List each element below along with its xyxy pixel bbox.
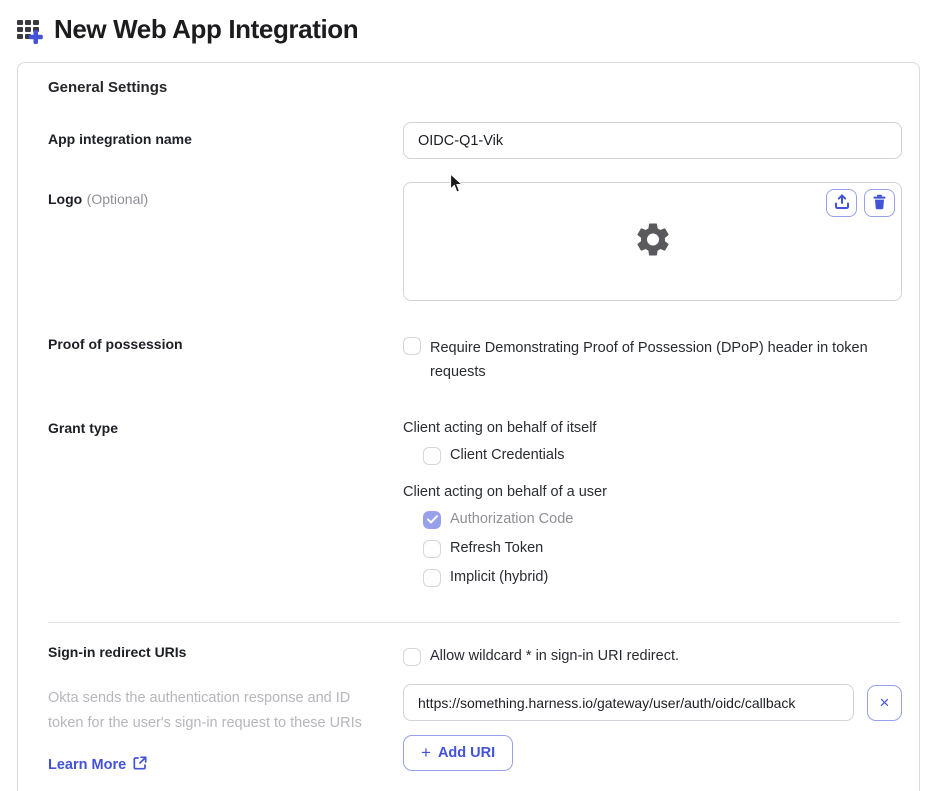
logo-row: Logo (Optional) — [31, 182, 902, 301]
refresh-token-checkbox[interactable] — [423, 539, 441, 558]
settings-card: General Settings App integration name Lo… — [17, 62, 920, 791]
refresh-token-label: Refresh Token — [450, 540, 544, 556]
page-title: New Web App Integration — [54, 14, 359, 44]
authorization-code-label: Authorization Code — [450, 511, 574, 527]
external-link-icon — [133, 756, 147, 774]
grant-type-label: Grant type — [48, 420, 119, 436]
uri-line: × — [403, 684, 902, 721]
implicit-hybrid-label: Implicit (hybrid) — [450, 569, 549, 585]
page-header: New Web App Integration — [0, 0, 937, 45]
client-credentials-label: Client Credentials — [450, 447, 565, 463]
logo-actions — [826, 189, 895, 217]
proof-of-possession-label: Proof of possession — [48, 336, 183, 352]
wildcard-checkbox[interactable] — [403, 647, 421, 666]
app-name-input[interactable] — [403, 122, 902, 159]
app-name-row: App integration name — [31, 122, 902, 159]
gear-icon — [633, 219, 673, 264]
delete-logo-button[interactable] — [864, 189, 895, 217]
remove-uri-button[interactable]: × — [867, 684, 902, 721]
signin-redirect-description: Okta sends the authentication response a… — [48, 690, 362, 731]
app-name-label: App integration name — [48, 131, 192, 147]
section-divider — [48, 622, 900, 623]
add-uri-label: Add URI — [437, 745, 496, 761]
grant-group-user-options: Authorization Code Refresh Token Implici… — [403, 507, 902, 589]
dpop-checkbox-label: Require Demonstrating Proof of Possessio… — [430, 340, 868, 380]
close-icon: × — [879, 693, 890, 712]
signin-redirect-label: Sign-in redirect URIs — [48, 644, 187, 660]
upload-logo-button[interactable] — [826, 189, 857, 217]
grid-plus-icon — [14, 15, 44, 45]
logo-label: Logo — [48, 191, 83, 207]
redirect-uri-input[interactable] — [403, 684, 855, 721]
trash-icon — [872, 194, 887, 213]
grant-group-self-options: Client Credentials — [403, 443, 902, 467]
logo-dropzone[interactable] — [403, 182, 902, 301]
wildcard-checkbox-label: Allow wildcard * in sign-in URI redirect… — [430, 648, 679, 664]
upload-icon — [834, 193, 850, 213]
grant-group-user-heading: Client acting on behalf of a user — [403, 484, 607, 500]
dpop-checkbox[interactable] — [403, 337, 421, 355]
logo-optional-label: (Optional) — [86, 191, 149, 207]
add-uri-button[interactable]: + Add URI — [403, 735, 514, 771]
client-credentials-checkbox[interactable] — [423, 446, 441, 465]
learn-more-label: Learn More — [48, 757, 127, 773]
grant-type-row: Grant type Client acting on behalf of it… — [31, 420, 902, 589]
grant-group-self-heading: Client acting on behalf of itself — [403, 420, 597, 436]
section-heading: General Settings — [48, 79, 168, 96]
implicit-hybrid-checkbox[interactable] — [423, 568, 441, 587]
proof-of-possession-row: Proof of possession Require Demonstratin… — [31, 336, 902, 384]
authorization-code-checkbox[interactable] — [423, 510, 441, 529]
plus-icon: + — [421, 743, 431, 762]
signin-redirect-row: Sign-in redirect URIs Okta sends the aut… — [31, 644, 902, 774]
learn-more-link[interactable]: Learn More — [48, 756, 147, 774]
